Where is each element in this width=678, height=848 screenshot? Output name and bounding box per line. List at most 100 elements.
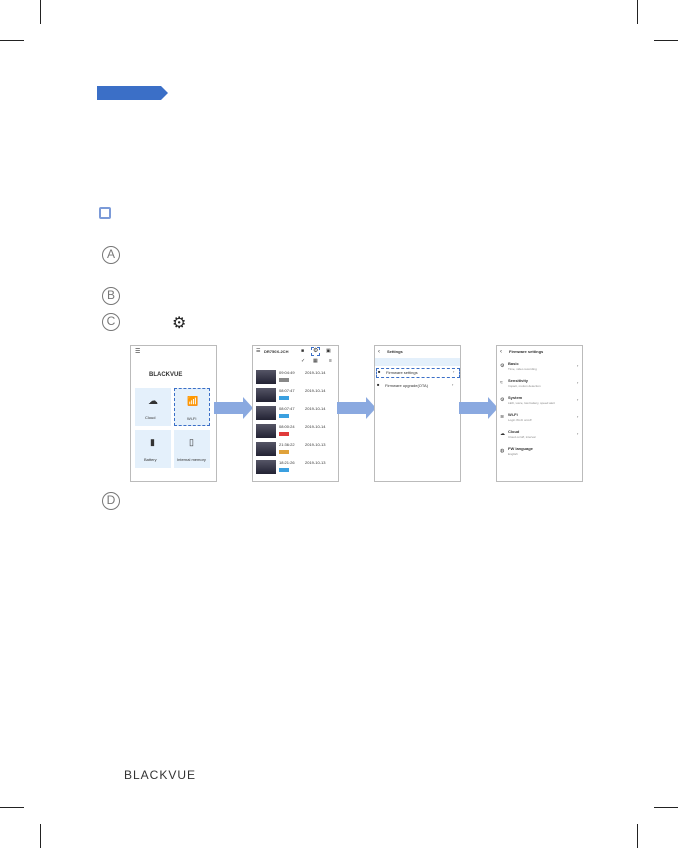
camera-icon[interactable]: ■ bbox=[301, 348, 304, 355]
phone-settings: ‹ Settings ■ Firmware settings › ■ Firmw… bbox=[374, 345, 461, 482]
menu-item[interactable]: ☁ Cloud Cloud on/off, interval › bbox=[497, 428, 582, 444]
menu-item-label: System bbox=[508, 395, 523, 400]
calendar-icon[interactable]: ▦ bbox=[313, 358, 318, 365]
menu-item[interactable]: ≋ Wi-Fi Login Wi-Fi on/off › bbox=[497, 411, 582, 427]
crop-mark bbox=[654, 40, 678, 41]
chevron-right-icon: › bbox=[577, 363, 579, 368]
thumbnail bbox=[256, 370, 276, 384]
screen-title: Firmware settings bbox=[509, 349, 544, 354]
thumbnail bbox=[256, 424, 276, 438]
section-tag bbox=[97, 86, 168, 100]
menu-item-label: Firmware settings bbox=[386, 370, 418, 375]
flow-arrow bbox=[337, 397, 376, 419]
menu-item[interactable]: ⚙ Basic Time, video recording › bbox=[497, 360, 582, 376]
row-time: 08:07:47 bbox=[279, 406, 295, 411]
row-time: 18:21:26 bbox=[279, 460, 295, 465]
menu-item-label: FW language bbox=[508, 446, 533, 451]
app-logo: BLACKVUE bbox=[149, 372, 183, 378]
menu-item-sub: English bbox=[508, 452, 518, 456]
settings-gear-icon[interactable]: ⚙ bbox=[311, 347, 321, 356]
tile-internal-memory[interactable]: ▯ Internal memory bbox=[174, 430, 210, 468]
thumbnail bbox=[256, 406, 276, 420]
list-item[interactable]: 21:36:22 2019-10-13 bbox=[253, 440, 338, 458]
menu-item-label: Basic bbox=[508, 361, 519, 366]
list-item[interactable]: 08:00:24 2019-10-14 bbox=[253, 422, 338, 440]
status-badge bbox=[279, 450, 289, 454]
wifi-icon: 📶 bbox=[187, 396, 199, 406]
menu-item[interactable]: ◍ FW language English bbox=[497, 445, 582, 461]
thumbnail bbox=[256, 460, 276, 474]
menu-item-label: Cloud bbox=[508, 429, 520, 434]
cloud-icon: ☁ bbox=[500, 431, 505, 437]
row-date: 2019-10-14 bbox=[305, 424, 326, 429]
menu-item[interactable]: ■ Firmware upgrade(OTA) › bbox=[376, 382, 460, 392]
menu-icon[interactable]: ☰ bbox=[256, 348, 260, 355]
row-date: 2019-10-14 bbox=[305, 406, 326, 411]
list-item[interactable]: 09:04:49 2019-10-14 bbox=[253, 368, 338, 386]
flow-arrow bbox=[214, 397, 253, 419]
menu-item-label: Sensitivity bbox=[508, 378, 529, 383]
upgrade-icon: ■ bbox=[377, 382, 380, 387]
step-c-icon: C bbox=[102, 313, 120, 331]
list-item[interactable]: 18:21:26 2019-10-13 bbox=[253, 458, 338, 476]
row-time: 09:04:49 bbox=[279, 370, 295, 375]
flow-arrow bbox=[459, 397, 498, 419]
list-item[interactable]: 08:07:47 2019-10-14 bbox=[253, 386, 338, 404]
menu-item-sub: Login Wi-Fi on/off bbox=[508, 418, 532, 422]
gear-icon: ⚙ bbox=[500, 363, 505, 369]
row-time: 21:36:22 bbox=[279, 442, 295, 447]
tile-battery[interactable]: ▮ Battery bbox=[135, 430, 171, 468]
phone-home-screen: ☰ BLACKVUE ☁ Cloud 📶 Wi-Fi ▮ Battery ▯ I… bbox=[130, 345, 217, 482]
footer-brand-logo: BLACKVUE bbox=[124, 768, 197, 782]
menu-item-sub: Time, video recording bbox=[508, 367, 537, 371]
chevron-right-icon: › bbox=[453, 369, 455, 374]
menu-icon[interactable]: ☰ bbox=[135, 349, 140, 356]
memory-icon: ▯ bbox=[189, 437, 194, 447]
crop-mark bbox=[0, 40, 24, 41]
tile-cloud[interactable]: ☁ Cloud bbox=[135, 388, 171, 426]
chevron-right-icon: › bbox=[452, 382, 454, 387]
step-b-icon: B bbox=[102, 287, 120, 305]
check-icon[interactable]: ✓ bbox=[301, 358, 305, 365]
row-date: 2019-10-14 bbox=[305, 388, 326, 393]
list-item[interactable]: 08:07:47 2019-10-14 bbox=[253, 404, 338, 422]
tile-label: Internal memory bbox=[177, 457, 206, 462]
crop-mark bbox=[637, 0, 638, 24]
status-badge bbox=[279, 378, 289, 382]
screen-title: Settings bbox=[387, 349, 403, 354]
chevron-right-icon: › bbox=[577, 414, 579, 419]
row-time: 08:07:47 bbox=[279, 388, 295, 393]
sensitivity-icon: ≈ bbox=[500, 380, 503, 386]
step-d-icon: D bbox=[102, 492, 120, 510]
status-badge bbox=[279, 414, 289, 418]
device-title: DR750X-2CH bbox=[264, 349, 289, 354]
menu-item[interactable]: ⚙ System LED, voice, low battery, speed … bbox=[497, 394, 582, 410]
menu-item[interactable]: ≈ Sensitivity Impact, motion detection › bbox=[497, 377, 582, 393]
crop-mark bbox=[40, 0, 41, 24]
note-bullet-icon bbox=[99, 207, 111, 219]
menu-item-label: Wi-Fi bbox=[508, 412, 518, 417]
battery-icon: ▮ bbox=[150, 437, 155, 447]
chevron-right-icon: › bbox=[577, 397, 579, 402]
status-badge bbox=[279, 432, 289, 436]
phone-firmware-settings: ‹ Firmware settings ⚙ Basic Time, video … bbox=[496, 345, 583, 482]
thumbnail bbox=[256, 388, 276, 402]
firmware-version-banner bbox=[375, 358, 460, 366]
status-badge bbox=[279, 396, 289, 400]
chevron-right-icon: › bbox=[577, 431, 579, 436]
thumbnail bbox=[256, 442, 276, 456]
row-date: 2019-10-14 bbox=[305, 370, 326, 375]
filter-icon[interactable]: ≡ bbox=[329, 358, 332, 365]
crop-mark bbox=[40, 824, 41, 848]
row-date: 2019-10-13 bbox=[305, 442, 326, 447]
menu-item-label: Firmware upgrade(OTA) bbox=[385, 383, 429, 388]
menu-item[interactable]: ■ Firmware settings › bbox=[376, 368, 460, 378]
tile-wifi[interactable]: 📶 Wi-Fi bbox=[174, 388, 210, 426]
system-icon: ⚙ bbox=[500, 397, 505, 403]
back-icon[interactable]: ‹ bbox=[378, 349, 380, 356]
sd-icon[interactable]: ▣ bbox=[326, 348, 331, 355]
tile-label: Battery bbox=[144, 457, 157, 462]
back-icon[interactable]: ‹ bbox=[500, 349, 502, 356]
row-time: 08:00:24 bbox=[279, 424, 295, 429]
menu-item-sub: Impact, motion detection bbox=[508, 384, 541, 388]
